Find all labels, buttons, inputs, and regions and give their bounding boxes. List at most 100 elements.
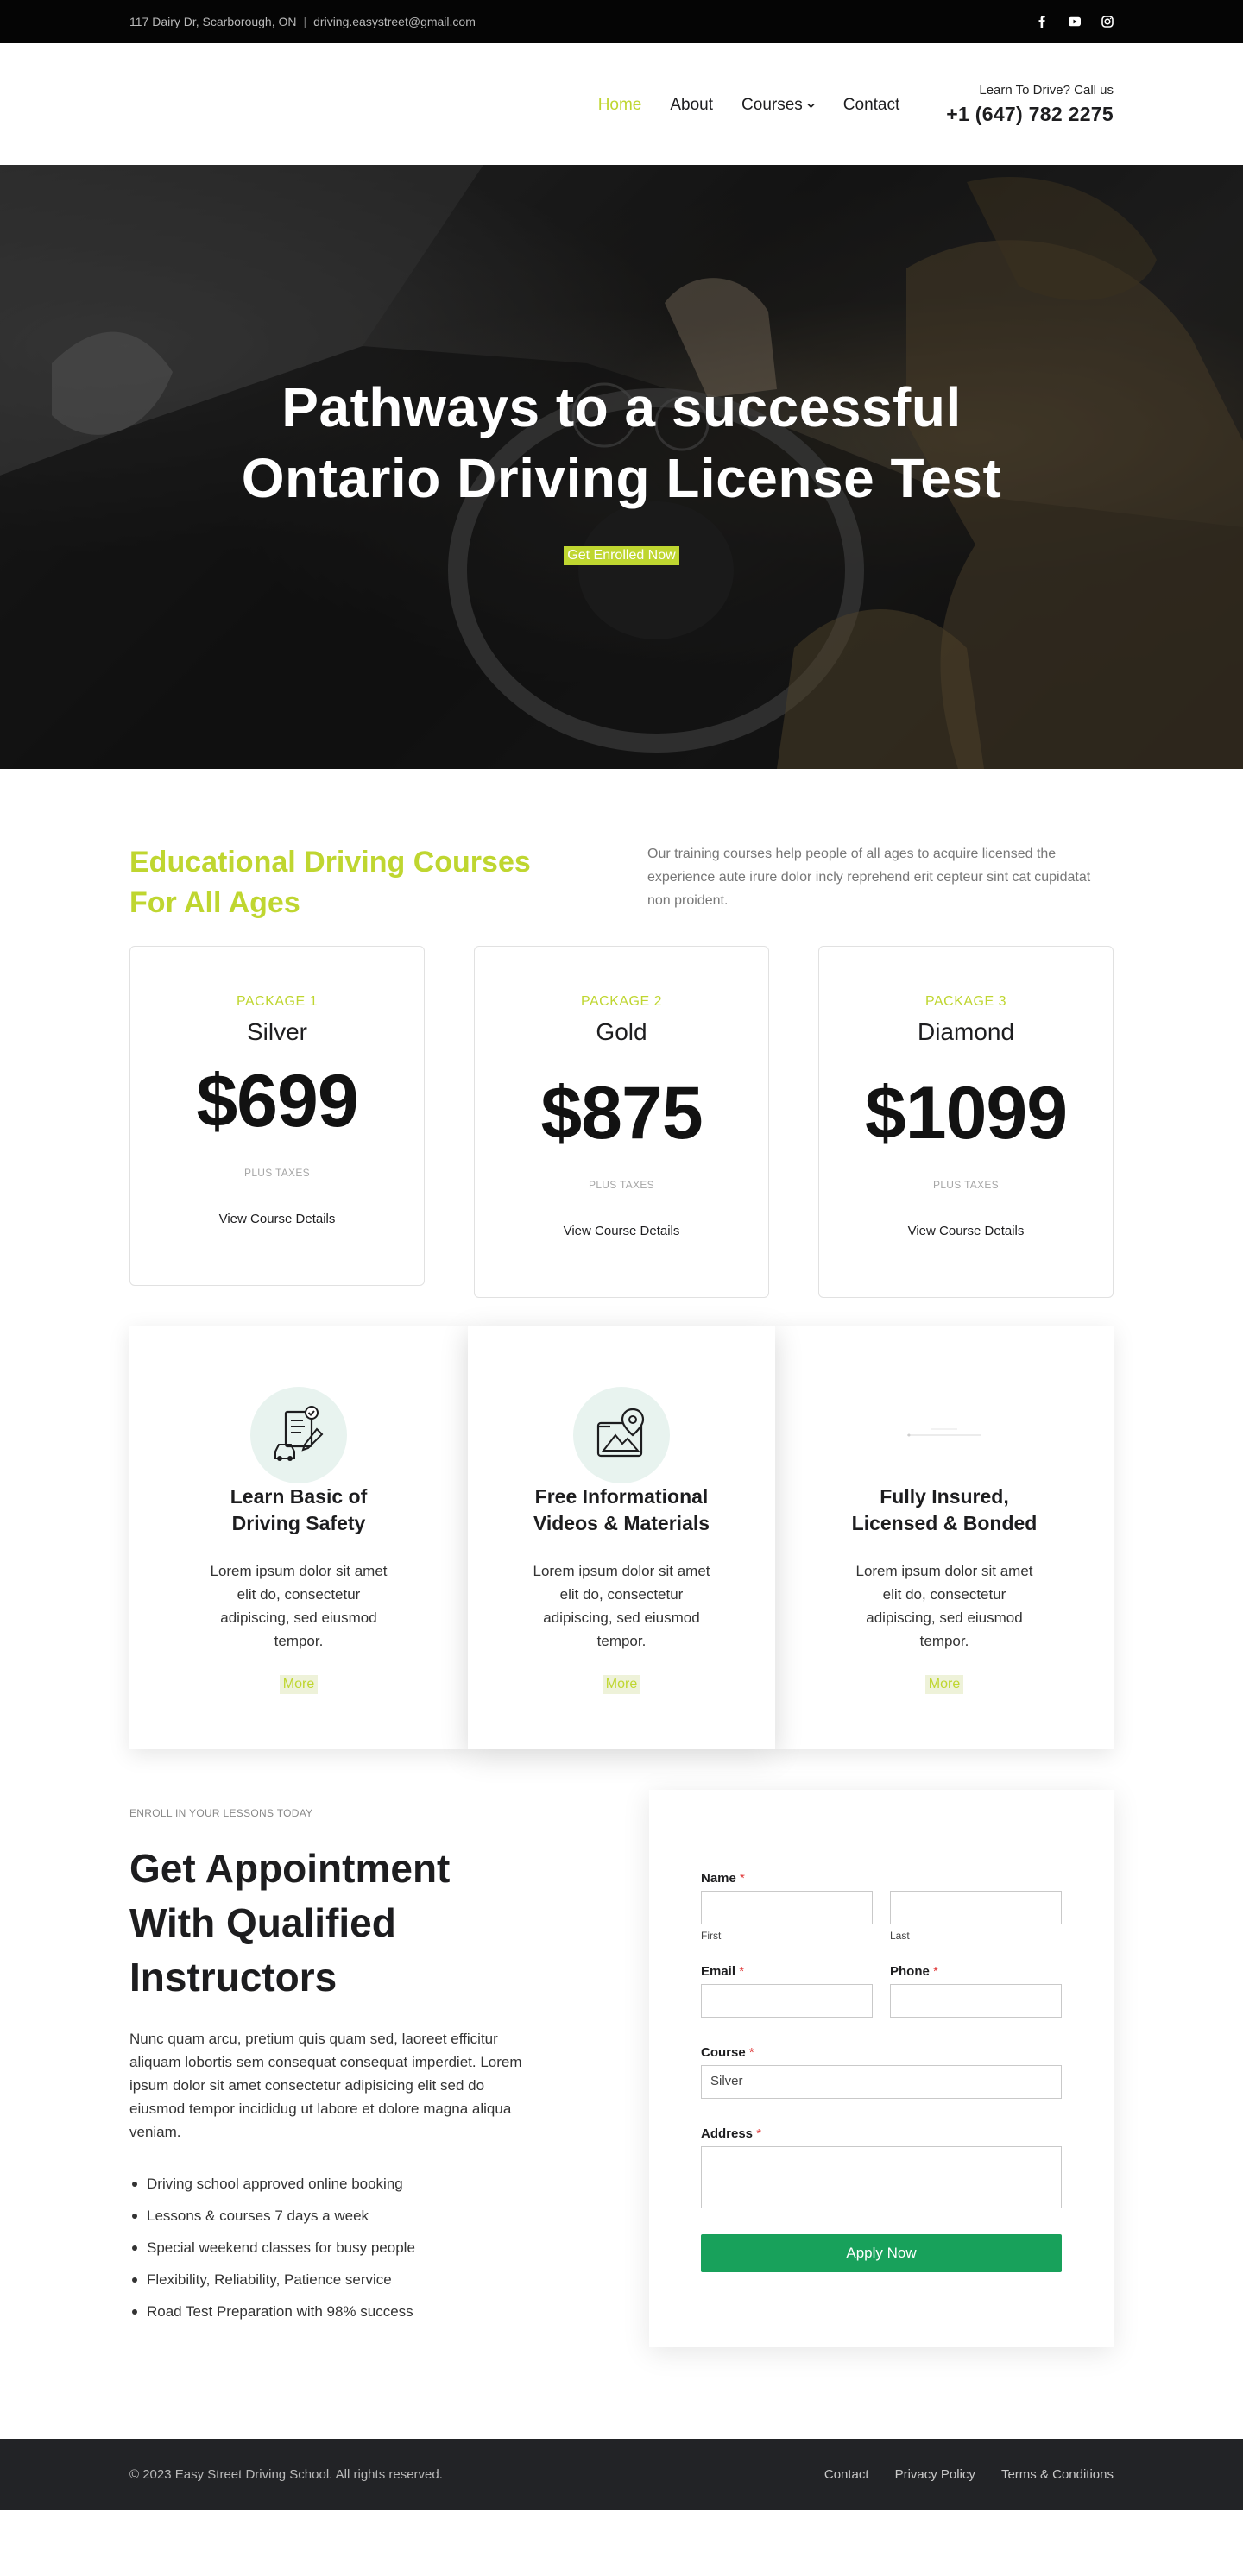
phone-label: Phone * <box>890 1964 1062 1979</box>
pricing-cards: PACKAGE 1 Silver $699 PLUS TAXES View Co… <box>129 946 1114 1298</box>
appointment-heading-line3: Instructors <box>129 1955 338 2000</box>
social-links <box>1036 16 1114 28</box>
package-label: PACKAGE 3 <box>924 994 1006 1009</box>
facebook-icon[interactable] <box>1036 16 1048 28</box>
feature-card-insured: Fully Insured, Licensed & Bonded Lorem i… <box>775 1326 1114 1749</box>
more-button[interactable]: More <box>279 1675 319 1694</box>
hero-title: Pathways to a successful Ontario Driving… <box>0 372 1243 513</box>
package-price: $1099 <box>864 1072 1068 1155</box>
main-nav: Home About Courses Contact <box>598 96 900 115</box>
plus-taxes-label: PLUS TAXES <box>933 1179 999 1191</box>
courses-heading: Educational Driving Courses For All Ages <box>129 842 544 923</box>
feature-card-videos: Free Informational Videos & Materials Lo… <box>468 1326 775 1749</box>
call-box: Learn To Drive? Call us +1 (647) 782 227… <box>946 83 1114 126</box>
more-button[interactable]: More <box>602 1675 641 1694</box>
footer-link-privacy[interactable]: Privacy Policy <box>895 2467 975 2482</box>
list-item: Driving school approved online booking <box>129 2168 535 2200</box>
features-section: Learn Basic of Driving Safety Lorem ipsu… <box>0 1326 1243 1800</box>
feature-title-line2: Driving Safety <box>231 1512 366 1534</box>
footer-links: Contact Privacy Policy Terms & Condition… <box>824 2467 1114 2482</box>
footer-link-contact[interactable]: Contact <box>824 2467 869 2482</box>
courses-intro-text: Our training courses help people of all … <box>647 847 1091 908</box>
list-item: Flexibility, Reliability, Patience servi… <box>129 2264 535 2296</box>
email-field[interactable] <box>701 1984 873 2018</box>
feature-title: Free Informational Videos & Materials <box>533 1483 710 1537</box>
required-mark: * <box>933 1964 938 1979</box>
appointment-section: ENROLL IN YOUR LESSONS TODAY Get Appoint… <box>0 1790 1243 2439</box>
feature-title-line1: Fully Insured, <box>880 1485 1009 1508</box>
name-group: Name * First Last <box>701 1871 1062 1942</box>
list-item: Road Test Preparation with 98% success <box>129 2296 535 2327</box>
course-label: Course * <box>701 2045 1062 2060</box>
copyright-text: © 2023 Easy Street Driving School. All r… <box>129 2466 443 2482</box>
hero-title-line1: Pathways to a successful <box>281 376 962 438</box>
nav-about[interactable]: About <box>670 96 713 115</box>
appointment-heading-line1: Get Appointment <box>129 1846 451 1891</box>
required-mark: * <box>739 1964 745 1979</box>
feature-icon-circle <box>573 1387 670 1483</box>
feature-card-driving-safety: Learn Basic of Driving Safety Lorem ipsu… <box>129 1326 468 1749</box>
feature-title-wrap: Fully Insured, Licensed & Bonded <box>775 1483 1114 1537</box>
package-tier: Diamond <box>917 1018 1015 1045</box>
email-link[interactable]: driving.easystreet@gmail.com <box>313 15 476 28</box>
nav-courses[interactable]: Courses <box>741 96 815 115</box>
phone-label-text: Phone <box>890 1964 930 1979</box>
phone-number[interactable]: +1 (647) 782 2275 <box>946 103 1114 126</box>
feature-title-wrap: Learn Basic of Driving Safety <box>129 1483 468 1537</box>
required-mark: * <box>748 2045 754 2060</box>
site-header: Home About Courses Contact Learn To Driv… <box>0 43 1243 165</box>
pricing-card-diamond: PACKAGE 3 Diamond $1099 PLUS TAXES View … <box>818 946 1114 1298</box>
email-label: Email * <box>701 1964 873 1979</box>
first-name-input[interactable] <box>701 1891 873 1924</box>
youtube-icon[interactable] <box>1069 16 1081 28</box>
view-course-details-link[interactable]: View Course Details <box>219 1212 336 1226</box>
first-sublabel: First <box>701 1930 722 1942</box>
nav-contact[interactable]: Contact <box>843 96 899 115</box>
feature-title: Fully Insured, Licensed & Bonded <box>852 1483 1038 1537</box>
feature-title-line1: Free Informational <box>534 1485 709 1508</box>
appointment-heading: Get Appointment With Qualified Instructo… <box>129 1842 535 2005</box>
name-row: First Last <box>701 1886 1062 1942</box>
package-label: PACKAGE 2 <box>580 994 662 1009</box>
phone-field[interactable] <box>890 1984 1062 2018</box>
address-group: Address * <box>701 2126 1062 2208</box>
address-textarea[interactable] <box>701 2146 1062 2208</box>
package-tier: Gold <box>596 1018 647 1045</box>
address-label: Address * <box>701 2126 1062 2141</box>
nav-home[interactable]: Home <box>598 96 642 115</box>
feature-description: Lorem ipsum dolor sit amet elit do, cons… <box>855 1563 1033 1649</box>
course-label-text: Course <box>701 2045 746 2060</box>
more-button[interactable]: More <box>924 1675 964 1694</box>
address-text: 117 Dairy Dr, Scarborough, ON <box>129 15 297 28</box>
top-bar: 117 Dairy Dr, Scarborough, ON | driving.ea… <box>0 0 1243 43</box>
name-label: Name * <box>701 1871 1062 1886</box>
course-select[interactable]: Silver <box>701 2065 1062 2099</box>
feature-title-line2: Videos & Materials <box>533 1512 710 1534</box>
contact-info: 117 Dairy Dr, Scarborough, ON | driving.ea… <box>129 15 476 28</box>
pricing-card-gold: PACKAGE 2 Gold $875 PLUS TAXES View Cour… <box>474 946 769 1298</box>
footer-link-terms[interactable]: Terms & Conditions <box>1001 2467 1114 2482</box>
separator: | <box>303 15 307 28</box>
courses-section: Educational Driving Courses For All Ages… <box>0 769 1243 1326</box>
hero-content: Pathways to a successful Ontario Driving… <box>0 372 1243 565</box>
hero-title-line2: Ontario Driving License Test <box>241 447 1002 509</box>
nav-courses-label: Courses <box>741 95 803 114</box>
get-enrolled-button[interactable]: Get Enrolled Now <box>564 546 679 565</box>
view-course-details-link[interactable]: View Course Details <box>908 1224 1025 1238</box>
appointment-info: ENROLL IN YOUR LESSONS TODAY Get Appoint… <box>129 1800 535 2347</box>
last-name-input[interactable] <box>890 1891 1062 1924</box>
view-course-details-link[interactable]: View Course Details <box>564 1224 680 1238</box>
call-label: Learn To Drive? Call us <box>979 82 1114 98</box>
contact-group: Email * Phone * <box>701 1964 1062 2018</box>
instagram-icon[interactable] <box>1101 16 1114 28</box>
email-label-text: Email <box>701 1964 736 1979</box>
list-item: Lessons & courses 7 days a week <box>129 2200 535 2232</box>
features-row: Learn Basic of Driving Safety Lorem ipsu… <box>129 1326 1114 1749</box>
benefits-list: Driving school approved online booking L… <box>129 2168 535 2327</box>
checklist-car-icon <box>272 1405 325 1466</box>
apply-now-button[interactable]: Apply Now <box>701 2234 1062 2272</box>
feature-title: Learn Basic of Driving Safety <box>230 1483 368 1537</box>
package-label: PACKAGE 1 <box>236 994 318 1009</box>
appointment-form: Name * First Last Email * Phone * Course… <box>649 1790 1114 2347</box>
plus-taxes-label: PLUS TAXES <box>589 1179 654 1191</box>
